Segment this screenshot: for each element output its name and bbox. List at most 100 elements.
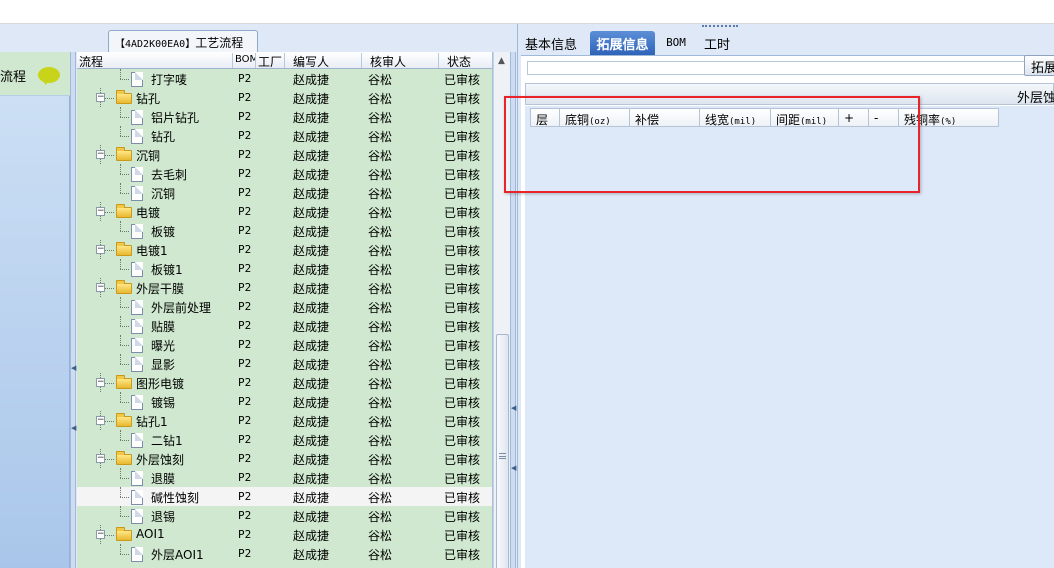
column-header-author[interactable]: 编写人: [285, 53, 362, 68]
process-row-author: 赵成捷: [293, 491, 330, 505]
process-tree-row[interactable]: − 沉铜 P2 赵成捷 谷松 已审核: [77, 145, 492, 164]
process-tree-row[interactable]: 去毛刺 P2 赵成捷 谷松 已审核: [77, 164, 492, 183]
process-tree-row[interactable]: − 钻孔 P2 赵成捷 谷松 已审核: [77, 88, 492, 107]
tree-collapse-toggle-icon[interactable]: −: [96, 530, 105, 539]
process-row-name: 板镀1: [151, 263, 183, 277]
process-tree-row[interactable]: − 钻孔1 P2 赵成捷 谷松 已审核: [77, 411, 492, 430]
tab-extended-info[interactable]: 拓展信息: [590, 31, 655, 60]
process-row-reviewer: 谷松: [368, 415, 393, 429]
process-tree-row[interactable]: 贴膜 P2 赵成捷 谷松 已审核: [77, 316, 492, 335]
process-tree-row[interactable]: 退锡 P2 赵成捷 谷松 已审核: [77, 506, 492, 525]
column-header-status[interactable]: 状态: [439, 53, 492, 68]
process-tree-row[interactable]: − 外层蚀刻 P2 赵成捷 谷松 已审核: [77, 449, 492, 468]
process-tree-row[interactable]: − 电镀1 P2 赵成捷 谷松 已审核: [77, 240, 492, 259]
process-row-reviewer: 谷松: [368, 320, 393, 334]
folder-icon: [116, 413, 132, 427]
collapse-left-arrow-icon-2[interactable]: ◀: [71, 424, 76, 432]
process-tree-row[interactable]: − 外层干膜 P2 赵成捷 谷松 已审核: [77, 278, 492, 297]
process-tree-row[interactable]: 显影 P2 赵成捷 谷松 已审核: [77, 354, 492, 373]
process-tree-row[interactable]: 铝片钻孔 P2 赵成捷 谷松 已审核: [77, 107, 492, 126]
tree-connector-line: [120, 478, 129, 479]
folder-icon: [116, 147, 132, 161]
process-tree-row[interactable]: 板镀1 P2 赵成捷 谷松 已审核: [77, 259, 492, 278]
tree-collapse-toggle-icon[interactable]: −: [96, 93, 105, 102]
folder-icon: [116, 242, 132, 256]
process-row-reviewer: 谷松: [368, 244, 393, 258]
process-tree-row[interactable]: 钻孔 P2 赵成捷 谷松 已审核: [77, 126, 492, 145]
process-code: 【4AD2K00EA0】: [115, 39, 196, 50]
left-nav-item-process[interactable]: 流程: [0, 52, 70, 96]
speech-bubble-icon[interactable]: [38, 67, 60, 85]
tree-collapse-toggle-icon[interactable]: −: [96, 416, 105, 425]
process-tree-row[interactable]: 退膜 P2 赵成捷 谷松 已审核: [77, 468, 492, 487]
process-tree-row[interactable]: 打字唛 P2 赵成捷 谷松 已审核: [77, 69, 492, 88]
collapse-right-arrow-icon-2[interactable]: ◀: [511, 464, 516, 472]
process-row-author: 赵成捷: [293, 263, 330, 277]
tree-collapse-toggle-icon[interactable]: −: [96, 150, 105, 159]
column-header-factory[interactable]: 工厂: [256, 53, 285, 68]
tree-collapse-toggle-icon[interactable]: −: [96, 283, 105, 292]
folder-icon: [116, 451, 132, 465]
tree-connector-line: [120, 345, 129, 346]
process-tree-row[interactable]: − AOI1 P2 赵成捷 谷松 已审核: [77, 525, 492, 544]
column-header-process[interactable]: 流程: [77, 53, 233, 68]
document-icon: [131, 110, 143, 125]
process-row-author: 赵成捷: [293, 434, 330, 448]
process-row-status: 已审核: [444, 301, 481, 315]
left-splitter[interactable]: ◀ ◀: [70, 52, 76, 568]
process-row-name: AOI1: [136, 527, 165, 541]
process-tree-row[interactable]: 外层AOI1 P2 赵成捷 谷松 已审核: [77, 544, 492, 563]
process-tree-row[interactable]: 镀锡 P2 赵成捷 谷松 已审核: [77, 392, 492, 411]
process-row-status: 已审核: [444, 320, 481, 334]
tree-connector-line: [120, 392, 121, 402]
process-tree-row[interactable]: 曝光 P2 赵成捷 谷松 已审核: [77, 335, 492, 354]
collapse-right-arrow-icon[interactable]: ◀: [511, 404, 516, 412]
document-icon: [131, 167, 143, 182]
tree-collapse-toggle-icon[interactable]: −: [96, 454, 105, 463]
tree-collapse-toggle-icon[interactable]: −: [96, 207, 105, 216]
document-icon: [131, 433, 143, 448]
process-row-author: 赵成捷: [293, 92, 330, 106]
tab-work-hours[interactable]: 工时: [701, 31, 733, 55]
process-row-author: 赵成捷: [293, 168, 330, 182]
process-row-factory: P2: [238, 509, 252, 522]
process-row-factory: P2: [238, 528, 252, 541]
process-row-status: 已审核: [444, 168, 481, 182]
process-row-reviewer: 谷松: [368, 529, 393, 543]
collapse-left-arrow-icon[interactable]: ◀: [71, 364, 76, 372]
process-tree-row[interactable]: − 图形电镀 P2 赵成捷 谷松 已审核: [77, 373, 492, 392]
scrollbar-thumb[interactable]: [496, 334, 509, 568]
process-tree-row[interactable]: 二钻1 P2 赵成捷 谷松 已审核: [77, 430, 492, 449]
scroll-up-arrow-icon[interactable]: ▲: [498, 56, 505, 66]
top-resize-grip[interactable]: [702, 25, 738, 29]
process-row-factory: P2: [238, 433, 252, 446]
process-row-name: 钻孔: [136, 92, 161, 106]
tree-collapse-toggle-icon[interactable]: −: [96, 245, 105, 254]
process-row-author: 赵成捷: [293, 149, 330, 163]
tree-collapse-toggle-icon[interactable]: −: [96, 378, 105, 387]
process-row-factory: P2: [238, 243, 252, 256]
process-tree-row[interactable]: 外层前处理 P2 赵成捷 谷松 已审核: [77, 297, 492, 316]
extend-button[interactable]: 拓展: [1024, 55, 1054, 76]
process-row-status: 已审核: [444, 434, 481, 448]
column-header-bom[interactable]: BOM: [233, 53, 256, 68]
tab-basic-info[interactable]: 基本信息: [521, 31, 581, 55]
process-row-reviewer: 谷松: [368, 377, 393, 391]
process-row-factory: P2: [238, 129, 252, 142]
process-tree-row[interactable]: 板镀 P2 赵成捷 谷松 已审核: [77, 221, 492, 240]
tab-bom[interactable]: BOM: [661, 31, 691, 55]
process-row-status: 已审核: [444, 130, 481, 144]
column-header-reviewer[interactable]: 核审人: [362, 53, 439, 68]
process-tree-row[interactable]: 碱性蚀刻 P2 赵成捷 谷松 已审核: [77, 487, 492, 506]
tree-connector-line: [120, 183, 121, 193]
process-row-reviewer: 谷松: [368, 358, 393, 372]
extended-info-field[interactable]: [527, 61, 1041, 75]
process-tree-row[interactable]: − 电镀 P2 赵成捷 谷松 已审核: [77, 202, 492, 221]
tree-connector-line: [120, 231, 129, 232]
process-row-status: 已审核: [444, 149, 481, 163]
process-row-name: 贴膜: [151, 320, 176, 334]
document-icon: [131, 490, 143, 505]
scrollbar-grip-icon: [499, 453, 506, 459]
process-row-name: 曝光: [151, 339, 176, 353]
process-tree-row[interactable]: 沉铜 P2 赵成捷 谷松 已审核: [77, 183, 492, 202]
